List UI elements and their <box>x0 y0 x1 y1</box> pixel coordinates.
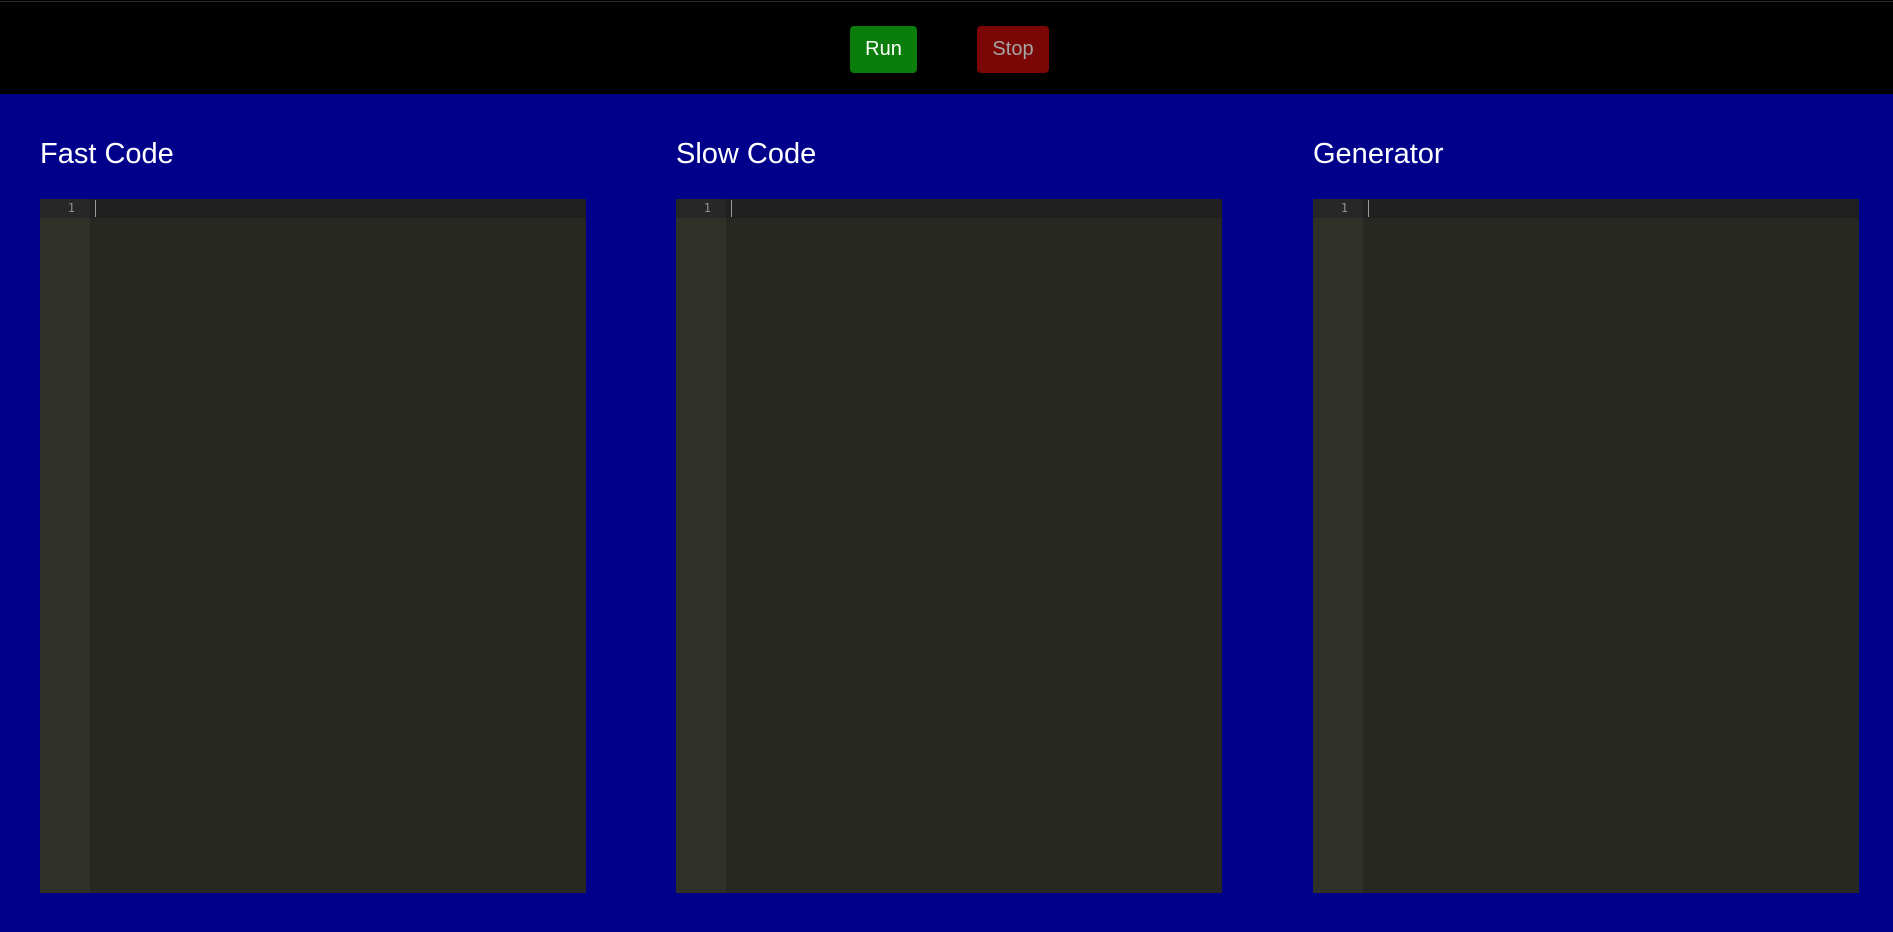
generator-editor[interactable]: 1 <box>1313 199 1859 893</box>
stop-button[interactable]: Stop <box>977 26 1049 73</box>
run-button[interactable]: Run <box>850 26 917 73</box>
generator-text-cursor <box>1368 200 1369 217</box>
fast-code-active-line <box>40 199 586 218</box>
fast-code-title: Fast Code <box>40 138 174 170</box>
slow-code-panel: Slow Code 1 <box>676 94 1222 894</box>
generator-line-number: 1 <box>1340 201 1348 215</box>
generator-active-line <box>1313 199 1859 218</box>
main-area: Fast Code 1 Slow Code 1 Generator 1 <box>0 94 1893 932</box>
slow-code-title: Slow Code <box>676 138 817 170</box>
fast-code-panel: Fast Code 1 <box>40 94 586 894</box>
fast-code-text-cursor <box>95 200 96 217</box>
generator-title: Generator <box>1313 138 1444 170</box>
slow-code-text-cursor <box>731 200 732 217</box>
toolbar: Run Stop <box>0 1 1893 94</box>
slow-code-gutter <box>676 199 726 893</box>
fast-code-gutter <box>40 199 90 893</box>
fast-code-line-number: 1 <box>67 201 75 215</box>
slow-code-active-line <box>676 199 1222 218</box>
slow-code-editor[interactable]: 1 <box>676 199 1222 893</box>
generator-panel: Generator 1 <box>1313 94 1859 894</box>
slow-code-line-number: 1 <box>703 201 711 215</box>
generator-gutter <box>1313 199 1363 893</box>
fast-code-editor[interactable]: 1 <box>40 199 586 893</box>
